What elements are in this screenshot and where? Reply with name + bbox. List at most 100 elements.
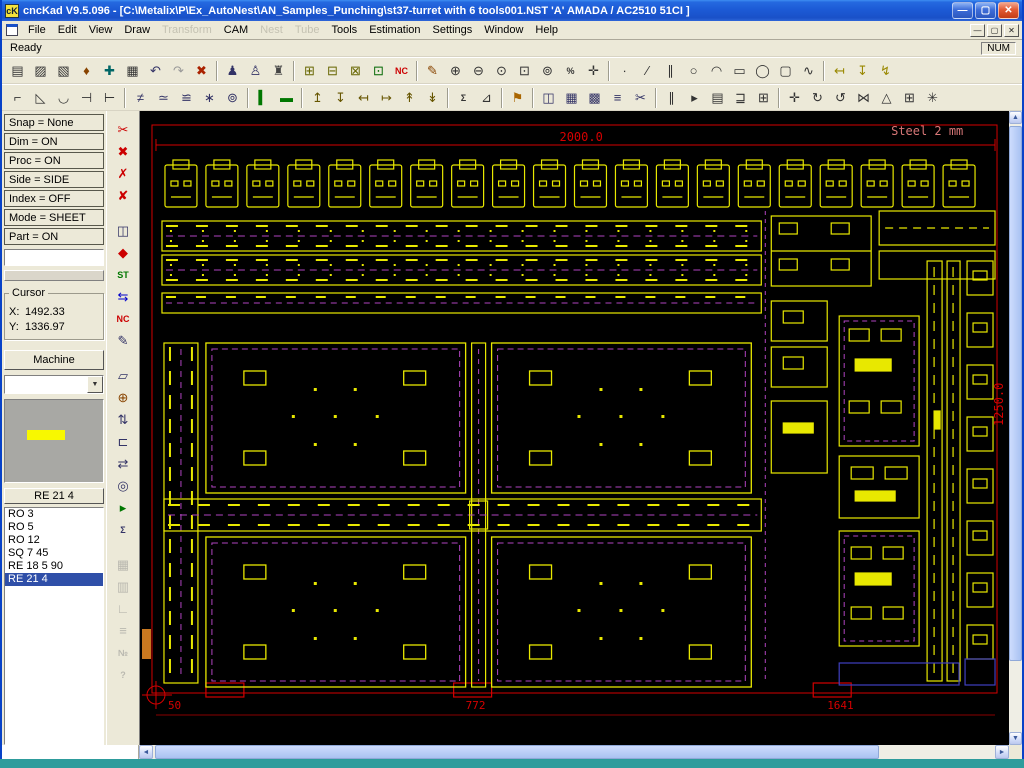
draw-ellipse-icon[interactable]: ◯	[751, 60, 774, 82]
mdi-minimize-button[interactable]: —	[970, 23, 985, 37]
stamp-icon[interactable]: ♦	[75, 60, 98, 82]
mdi-close-button[interactable]: ✕	[1004, 23, 1019, 37]
shear-icon[interactable]: ✂	[629, 87, 652, 109]
scroll-left-icon[interactable]: ◄	[139, 745, 153, 759]
close-button[interactable]: ✕	[998, 2, 1019, 19]
status-toggle[interactable]: Proc = ON	[4, 152, 104, 169]
menu-item[interactable]: Estimation	[363, 22, 426, 38]
explode-icon[interactable]: ✳	[921, 87, 944, 109]
dim-diagonal-icon[interactable]: ↯	[874, 60, 897, 82]
save-icon[interactable]: ▦	[121, 60, 144, 82]
scroll-up-icon[interactable]: ▲	[1009, 111, 1022, 124]
draw-pencil-icon[interactable]: ✎	[421, 60, 444, 82]
inch-icon[interactable]: ↡	[421, 87, 444, 109]
dim-horizontal-icon[interactable]: ↤	[828, 60, 851, 82]
filter-field[interactable]	[4, 249, 104, 266]
status-toggle[interactable]: Mode = SHEET	[4, 209, 104, 226]
units-icon[interactable]: №	[111, 642, 135, 663]
mirror-icon[interactable]: ⋈	[852, 87, 875, 109]
menu-item[interactable]: CAM	[218, 22, 254, 38]
tag-icon[interactable]: ✚	[98, 60, 121, 82]
sort-tools-icon[interactable]: ST	[111, 264, 135, 285]
tool-list-item[interactable]: RE 18 5 90	[5, 560, 103, 573]
frame-icon[interactable]: ⊞	[752, 87, 775, 109]
green-line-icon[interactable]: ▍	[252, 87, 275, 109]
step-sequence-icon[interactable]: ⇅	[111, 409, 135, 430]
pause-icon[interactable]: ∥	[660, 87, 683, 109]
document-icon[interactable]	[6, 24, 18, 36]
simulation-icon[interactable]: ▸	[111, 497, 135, 518]
scroll-right-icon[interactable]: ►	[995, 745, 1009, 759]
menu-item[interactable]: Help	[529, 22, 564, 38]
extend-icon[interactable]: ⊢	[98, 87, 121, 109]
draw-parallel-icon[interactable]: ∥	[659, 60, 682, 82]
menu-item[interactable]: Tools	[326, 22, 364, 38]
zoom-out-icon[interactable]: ⊖	[467, 60, 490, 82]
tool-list-item[interactable]: RE 21 4	[5, 573, 103, 586]
reverse-direction-icon[interactable]: ⇆	[111, 286, 135, 307]
vertical-scroll-thumb[interactable]	[1009, 126, 1022, 662]
layers2-icon[interactable]: ≡	[111, 620, 135, 641]
snap-grid-icon[interactable]: ▥	[111, 576, 135, 597]
zoom-window-icon[interactable]: ⊡	[513, 60, 536, 82]
run-icon[interactable]: ▸	[683, 87, 706, 109]
auto-punch-icon[interactable]: ⊞	[298, 60, 321, 82]
pan-icon[interactable]: ✛	[582, 60, 605, 82]
horizontal-scrollbar[interactable]: ◄ ►	[139, 745, 1009, 759]
punch-line-icon[interactable]: ≠	[129, 87, 152, 109]
micro-joint-icon[interactable]: ⊠	[344, 60, 367, 82]
tool-list-item[interactable]: RO 12	[5, 534, 103, 547]
clamps-icon[interactable]: ⊏	[111, 431, 135, 452]
drawing-area[interactable]: 2000.0 Steel 2 mm 1250.0 50 772 1641	[139, 111, 1009, 745]
layers-icon[interactable]: ▤	[706, 87, 729, 109]
chevron-down-icon[interactable]: ▼	[87, 376, 103, 393]
optimize-route-icon[interactable]: ◆	[111, 242, 135, 263]
common-punch-icon[interactable]: ⊟	[321, 60, 344, 82]
redo-icon[interactable]: ↷	[167, 60, 190, 82]
punch-here-icon[interactable]: ⊕	[111, 387, 135, 408]
nc-generate-icon[interactable]: NC	[390, 60, 413, 82]
status-toggle[interactable]: Snap = None	[4, 114, 104, 131]
tool-list-item[interactable]: RO 3	[5, 508, 103, 521]
repositioning-icon[interactable]: ⇄	[111, 453, 135, 474]
tile-icon[interactable]: ▦	[560, 87, 583, 109]
scale-icon[interactable]: △	[875, 87, 898, 109]
draw-polyline-icon[interactable]: ∿	[797, 60, 820, 82]
turret-setup-icon[interactable]: ♜	[267, 60, 290, 82]
machine-button[interactable]: Machine	[4, 350, 104, 370]
balance-icon[interactable]: ⊒	[729, 87, 752, 109]
menu-item[interactable]: Edit	[52, 22, 83, 38]
draw-rect-icon[interactable]: ▭	[728, 60, 751, 82]
undo-icon[interactable]: ↶	[144, 60, 167, 82]
vertical-scrollbar[interactable]: ▲ ▼	[1009, 111, 1022, 745]
draw-rounded-rect-icon[interactable]: ▢	[774, 60, 797, 82]
view-nc-icon[interactable]: ◫	[111, 220, 135, 241]
zoom-all-icon[interactable]: ⊙	[490, 60, 513, 82]
mdi-restore-button[interactable]: ▢	[987, 23, 1002, 37]
report-icon[interactable]: ≡	[606, 87, 629, 109]
menu-item[interactable]: Transform	[156, 22, 218, 38]
delete-sequence-icon[interactable]: ✗	[111, 163, 135, 184]
corner-icon[interactable]: ⌐	[6, 87, 29, 109]
fillet-icon[interactable]: ◡	[52, 87, 75, 109]
menu-item[interactable]: File	[22, 22, 52, 38]
minimize-button[interactable]: —	[952, 2, 973, 19]
punch-area-icon[interactable]: ≌	[175, 87, 198, 109]
horizontal-scroll-thumb[interactable]	[155, 745, 880, 759]
tool-down-icon[interactable]: ↧	[329, 87, 352, 109]
print-icon[interactable]: ▤	[6, 60, 29, 82]
chamfer-icon[interactable]: ◺	[29, 87, 52, 109]
draw-arc-icon[interactable]: ◠	[705, 60, 728, 82]
status-toggle[interactable]: Dim = ON	[4, 133, 104, 150]
zoom-scale-icon[interactable]: %	[559, 60, 582, 82]
machine-combobox[interactable]: ▼	[4, 375, 104, 394]
sequence-icon[interactable]: ♙	[244, 60, 267, 82]
wheel-tool-icon[interactable]: ⊚	[221, 87, 244, 109]
context-help-icon[interactable]: ?	[111, 664, 135, 685]
grid-icon[interactable]: ▦	[111, 554, 135, 575]
sum-icon[interactable]: Σ	[452, 87, 475, 109]
zoom-part-icon[interactable]: ⊚	[536, 60, 559, 82]
punch-tool-icon[interactable]: ♟	[221, 60, 244, 82]
green-dash-icon[interactable]: ▬	[275, 87, 298, 109]
turret-view-icon[interactable]: ◎	[111, 475, 135, 496]
